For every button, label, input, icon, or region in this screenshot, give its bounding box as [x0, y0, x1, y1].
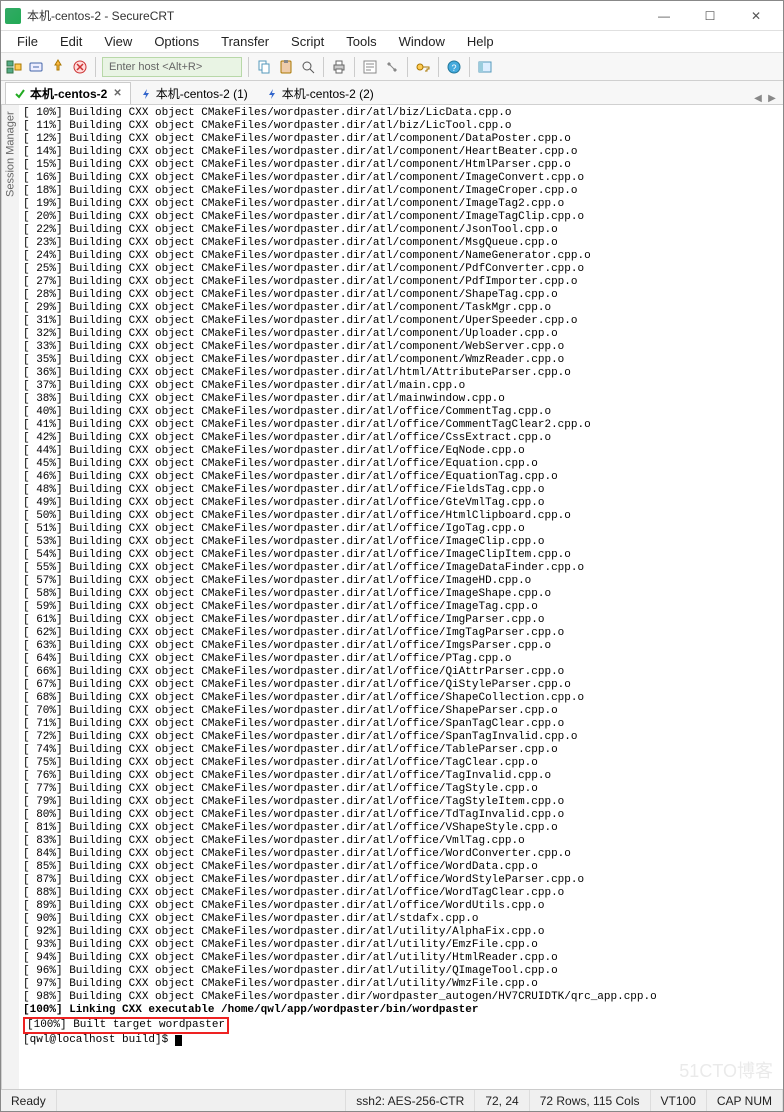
- status-bar: Ready ssh2: AES-256-CTR 72, 24 72 Rows, …: [1, 1089, 783, 1111]
- menu-help[interactable]: Help: [457, 32, 504, 51]
- toolbar-separator: [438, 57, 439, 77]
- toggle-icon[interactable]: [476, 58, 494, 76]
- status-protocol: ssh2: AES-256-CTR: [346, 1090, 475, 1111]
- help-icon[interactable]: ?: [445, 58, 463, 76]
- connect-icon[interactable]: [27, 58, 45, 76]
- menu-script[interactable]: Script: [281, 32, 334, 51]
- menu-edit[interactable]: Edit: [50, 32, 92, 51]
- toolbar-separator: [323, 57, 324, 77]
- menu-tools[interactable]: Tools: [336, 32, 386, 51]
- toolbar-separator: [248, 57, 249, 77]
- print-icon[interactable]: [330, 58, 348, 76]
- toolbar-separator: [469, 57, 470, 77]
- lightning-icon: [266, 88, 278, 100]
- menu-transfer[interactable]: Transfer: [211, 32, 279, 51]
- close-button[interactable]: ✕: [733, 1, 779, 31]
- session-manager-icon[interactable]: [5, 58, 23, 76]
- menu-file[interactable]: File: [7, 32, 48, 51]
- main-body: Session Manager [ 10%] Building CXX obje…: [1, 105, 783, 1089]
- app-icon: [5, 8, 21, 24]
- tab-session-3[interactable]: 本机-centos-2 (2): [257, 82, 383, 104]
- status-term-type: VT100: [651, 1090, 707, 1111]
- svg-text:?: ?: [451, 63, 456, 73]
- status-locks: CAP NUM: [707, 1090, 783, 1111]
- paste-icon[interactable]: [277, 58, 295, 76]
- properties-icon[interactable]: [361, 58, 379, 76]
- minimize-button[interactable]: —: [641, 1, 687, 31]
- find-icon[interactable]: [299, 58, 317, 76]
- toolbar: Enter host <Alt+R> ?: [1, 53, 783, 81]
- titlebar: 本机-centos-2 - SecureCRT — ☐ ✕: [1, 1, 783, 31]
- status-cursor-pos: 72, 24: [475, 1090, 529, 1111]
- close-icon[interactable]: ✕: [113, 88, 121, 99]
- status-ready: Ready: [1, 1090, 57, 1111]
- copy-icon[interactable]: [255, 58, 273, 76]
- toolbar-separator: [407, 57, 408, 77]
- quick-connect-icon[interactable]: [49, 58, 67, 76]
- disconnect-icon[interactable]: [71, 58, 89, 76]
- host-input[interactable]: Enter host <Alt+R>: [102, 57, 242, 77]
- menu-view[interactable]: View: [94, 32, 142, 51]
- tab-label: 本机-centos-2: [30, 85, 107, 102]
- tab-prev-button[interactable]: ◀: [751, 93, 765, 104]
- tab-session-2[interactable]: 本机-centos-2 (1): [131, 82, 257, 104]
- tab-session-1[interactable]: 本机-centos-2 ✕: [5, 82, 131, 104]
- menu-options[interactable]: Options: [144, 32, 209, 51]
- tab-next-button[interactable]: ▶: [765, 93, 779, 104]
- toolbar-separator: [354, 57, 355, 77]
- tab-label: 本机-centos-2 (2): [282, 85, 374, 102]
- lightning-icon: [140, 88, 152, 100]
- tab-label: 本机-centos-2 (1): [156, 85, 248, 102]
- key-icon[interactable]: [414, 58, 432, 76]
- menubar: File Edit View Options Transfer Script T…: [1, 31, 783, 53]
- menu-window[interactable]: Window: [389, 32, 455, 51]
- check-icon: [14, 88, 26, 100]
- maximize-button[interactable]: ☐: [687, 1, 733, 31]
- session-manager-panel[interactable]: Session Manager: [1, 105, 19, 1089]
- terminal-output[interactable]: [ 10%] Building CXX object CMakeFiles/wo…: [19, 105, 783, 1089]
- toolbar-separator: [95, 57, 96, 77]
- settings-icon[interactable]: [383, 58, 401, 76]
- window-title: 本机-centos-2 - SecureCRT: [27, 7, 641, 24]
- status-size: 72 Rows, 115 Cols: [530, 1090, 651, 1111]
- status-spacer: [57, 1090, 347, 1111]
- tab-bar: 本机-centos-2 ✕ 本机-centos-2 (1) 本机-centos-…: [1, 81, 783, 105]
